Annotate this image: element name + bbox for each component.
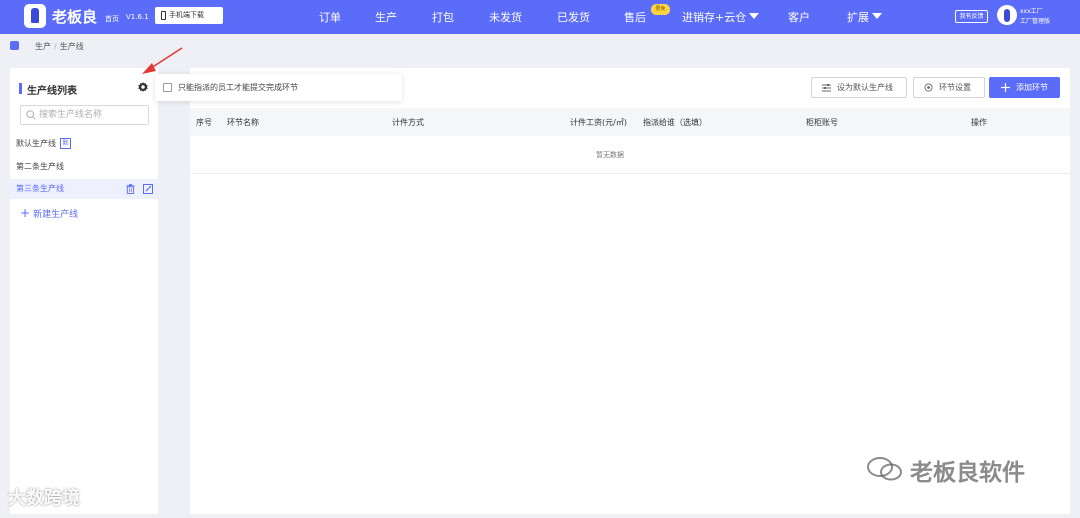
line-item-third[interactable]: 第三条生产线: [10, 179, 158, 199]
empty-state-text: 暂无数据: [596, 151, 624, 159]
empty-table-row: 暂无数据: [190, 136, 1070, 174]
user-name[interactable]: xxx工厂: [1020, 6, 1043, 15]
line-item-label: 第二条生产线: [16, 162, 64, 171]
search-input[interactable]: [39, 109, 145, 121]
stage-settings-label: 环节设置: [939, 83, 971, 92]
line-item-second[interactable]: 第二条生产线: [10, 157, 158, 177]
column-header: 指派给谁（选填）: [643, 118, 707, 127]
target-icon: [924, 83, 933, 92]
edit-icon[interactable]: [143, 184, 153, 194]
column-header: 序号: [196, 118, 212, 127]
line-item-label: 第三条生产线: [16, 184, 64, 193]
breadcrumb: 生产 / 生产线: [35, 41, 84, 52]
column-header: 计件工资(元/㎡): [570, 118, 627, 127]
nav-after-sales[interactable]: 售后: [624, 9, 646, 25]
line-item-label: 默认生产线: [16, 139, 56, 148]
brand-logo-icon[interactable]: [24, 4, 46, 28]
avatar[interactable]: [997, 5, 1017, 25]
trash-icon[interactable]: [126, 184, 135, 194]
sliders-icon: [822, 83, 831, 91]
nav-customers[interactable]: 客户: [788, 9, 810, 25]
new-line-button[interactable]: + 新建生产线: [20, 206, 78, 220]
top-nav-bar: 老板良 首页 V1.6.1 手机端下载 订单 生产 打包 未发货 已发货 售后 …: [0, 0, 1080, 34]
column-header: 计件方式: [392, 118, 424, 127]
plus-icon: [1001, 83, 1010, 92]
user-role: 工厂管理版: [1020, 18, 1051, 25]
phone-icon: [161, 11, 166, 20]
version-label: V1.6.1: [126, 13, 149, 21]
title-accent-bar: [19, 83, 22, 94]
breadcrumb-production-line: 生产线: [59, 42, 84, 51]
home-link[interactable]: 首页: [105, 14, 119, 24]
assigned-only-label[interactable]: 只能指派的员工才能提交完成环节: [178, 82, 298, 93]
nav-inventory[interactable]: 进销存+云仓: [682, 9, 760, 25]
stage-panel: 设为默认生产线 环节设置 添加环节 序号 环节名称 计件方式 计件工资(元/㎡)…: [190, 68, 1070, 514]
gear-icon[interactable]: [138, 82, 148, 92]
brand-name[interactable]: 老板良: [52, 6, 97, 27]
set-default-line-button[interactable]: 设为默认生产线: [811, 77, 907, 98]
plus-icon: +: [20, 206, 31, 220]
nav-extensions-label: 扩展: [847, 11, 869, 24]
watermark-left: 大数跨境: [8, 488, 80, 509]
chevron-down-icon: [749, 13, 760, 19]
assigned-only-checkbox[interactable]: [163, 83, 172, 92]
settings-popover: 只能指派的员工才能提交完成环节: [155, 74, 402, 101]
nav-shipped[interactable]: 已发货: [557, 9, 590, 25]
default-tag: 默: [60, 138, 71, 149]
chevron-down-icon: [872, 13, 882, 19]
new-line-label: 新建生产线: [33, 210, 79, 220]
free-badge: 限免: [651, 4, 670, 15]
column-header: 环节名称: [227, 118, 259, 127]
stage-settings-button[interactable]: 环节设置: [913, 77, 985, 98]
nav-unshipped[interactable]: 未发货: [489, 9, 522, 25]
nav-orders[interactable]: 订单: [319, 9, 341, 25]
table-header: 序号 环节名称 计件方式 计件工资(元/㎡) 指派给谁（选填） 柜柜账号 操作: [190, 108, 1070, 136]
production-line-panel: 生产线列表 默认生产线默 第二条生产线 第三条生产线 +新建生产线: [10, 68, 158, 514]
menu-toggle-icon[interactable]: [10, 41, 19, 50]
column-header: 柜柜账号: [806, 118, 838, 127]
watermark-right: 老板良软件: [910, 460, 1025, 486]
nav-packing[interactable]: 打包: [432, 9, 454, 25]
add-stage-label: 添加环节: [1016, 83, 1048, 92]
nav-inventory-label: 进销存+云仓: [682, 11, 747, 24]
set-default-line-label: 设为默认生产线: [837, 83, 893, 92]
search-field: [20, 105, 149, 125]
nav-extensions[interactable]: 扩展: [847, 9, 882, 25]
annotation-arrow-icon: [142, 47, 183, 74]
panel-title: 生产线列表: [27, 86, 77, 97]
breadcrumb-separator: /: [54, 42, 57, 51]
mobile-download-label: 手机端下载: [169, 11, 204, 19]
mobile-download-button[interactable]: 手机端下载: [155, 7, 223, 24]
feedback-button[interactable]: 我有反馈: [955, 10, 988, 23]
column-header: 操作: [971, 118, 987, 127]
nav-production[interactable]: 生产: [375, 9, 397, 25]
line-item-default[interactable]: 默认生产线默: [10, 134, 158, 154]
search-icon: [26, 110, 36, 120]
add-stage-button[interactable]: 添加环节: [989, 77, 1060, 98]
breadcrumb-production[interactable]: 生产: [35, 42, 51, 51]
wechat-icon: [867, 457, 902, 481]
